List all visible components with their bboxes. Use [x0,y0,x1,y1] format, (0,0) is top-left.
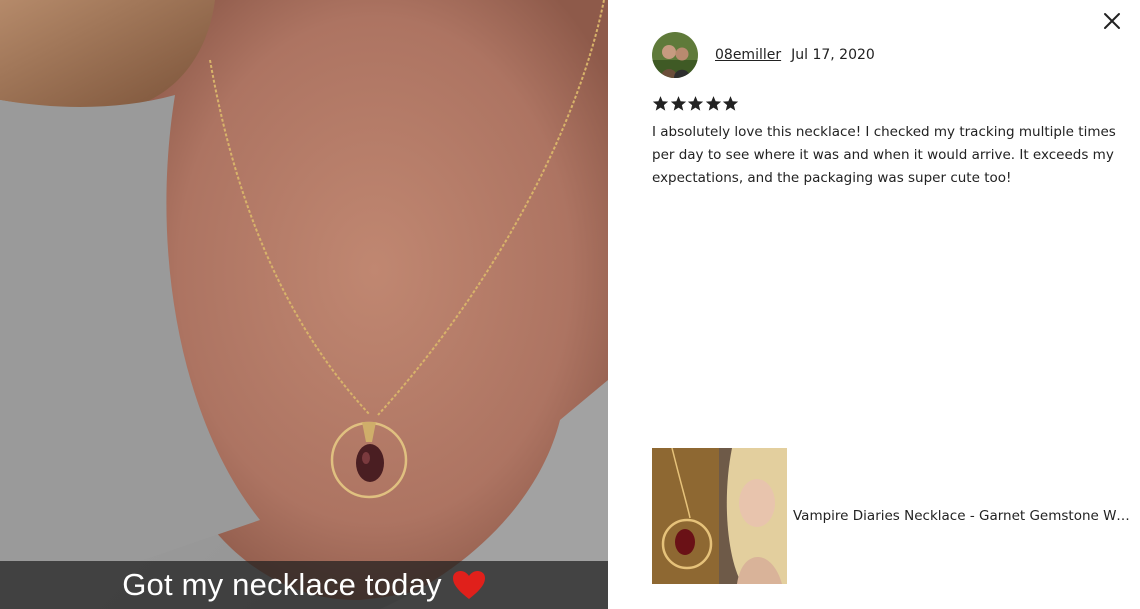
reviewer-row: 08emiller Jul 17, 2020 [652,32,875,78]
necklace-photo-image [0,0,608,609]
star-icon [670,96,686,111]
photo-caption: Got my necklace today [122,567,442,602]
avatar-image [652,32,698,78]
star-icon [652,96,669,111]
star-icon [687,96,704,111]
close-icon[interactable] [1100,9,1124,33]
listing-thumbnail[interactable] [652,448,787,584]
star-icon [722,96,739,111]
star-icon [705,96,721,111]
red-heart-icon [452,571,485,599]
listing-link[interactable]: Vampire Diaries Necklace - Garnet Gemsto… [652,448,1131,584]
listing-title[interactable]: Vampire Diaries Necklace - Garnet Gemsto… [793,508,1131,524]
caption-bar: Got my necklace today [0,561,608,609]
avatar[interactable] [652,32,698,78]
review-photo: Got my necklace today [0,0,608,609]
review-date: Jul 17, 2020 [791,47,875,63]
star-rating [652,95,740,112]
review-panel: 08emiller Jul 17, 2020 I absolutely love… [608,0,1140,609]
reviewer-name-link[interactable]: 08emiller [715,47,781,63]
review-text: I absolutely love this necklace! I check… [652,124,1116,186]
